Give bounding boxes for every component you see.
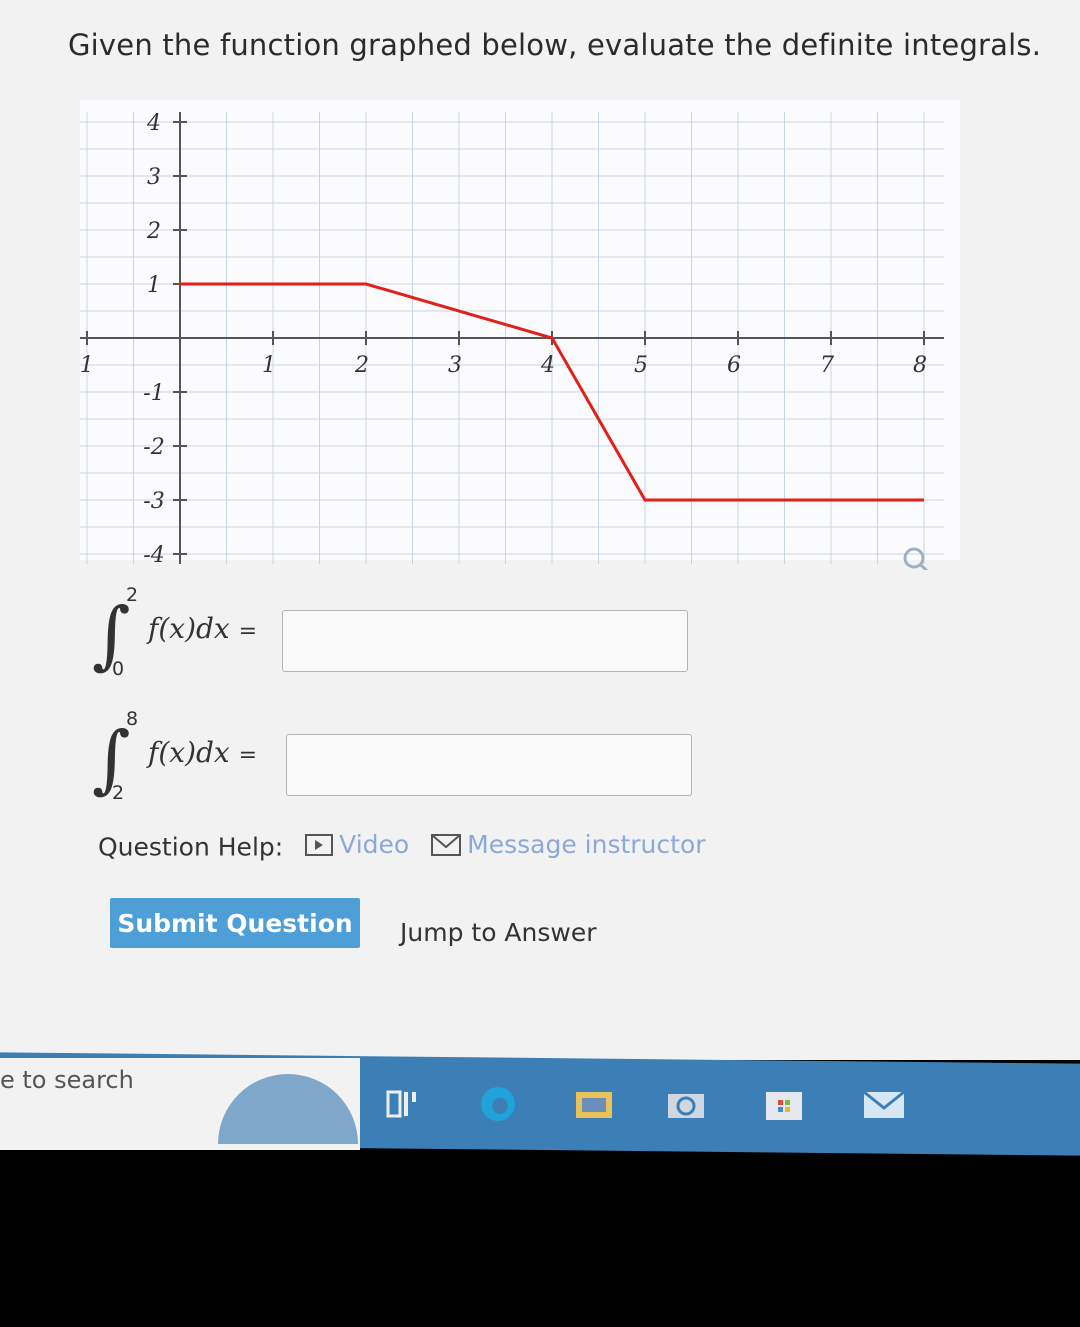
upper-limit: 8 [126, 708, 139, 730]
submit-question-button[interactable]: Submit Question [110, 898, 360, 948]
edge-icon[interactable] [476, 1084, 520, 1124]
y-tick-label: 3 [147, 165, 161, 190]
integrand-text: f(x)dx [148, 612, 230, 645]
jump-to-answer-link[interactable]: Jump to Answer [400, 918, 597, 947]
integrand: f(x)dx = [148, 612, 257, 645]
store-icon[interactable] [762, 1084, 806, 1124]
x-tick-label: 4 [540, 353, 555, 378]
y-tick-label: 1 [147, 273, 161, 298]
equals-sign: = [238, 743, 258, 768]
y-tick-label: -3 [143, 489, 164, 514]
question-help-label: Question Help: [98, 832, 284, 862]
zoom-icon-handle [918, 562, 929, 570]
task-view-icon[interactable] [380, 1084, 424, 1124]
mail-icon[interactable] [862, 1084, 906, 1124]
answer-input-1[interactable] [282, 610, 688, 672]
message-instructor-label: Message instructor [467, 830, 706, 859]
y-tick-label: -2 [143, 435, 164, 460]
equals-sign: = [238, 619, 258, 644]
upper-limit: 2 [126, 584, 139, 606]
x-tick-label: 7 [820, 353, 834, 378]
integral-row-1: ∫ 2 0 f(x)dx = [92, 584, 712, 698]
x-tick-label: 2 [354, 353, 369, 378]
x-tick-label: 5 [634, 353, 648, 378]
webpage: Given the function graphed below, evalua… [0, 0, 1080, 1060]
answer-input-2[interactable] [286, 734, 692, 796]
video-link[interactable]: Video [305, 830, 409, 859]
integral-row-2: ∫ 8 2 f(x)dx = [92, 708, 712, 822]
y-tick-label: -1 [143, 381, 164, 406]
lower-limit: 2 [112, 782, 125, 804]
y-tick-label: -4 [143, 543, 164, 568]
function-graph: -1 1 2 3 4 5 6 7 8 4 3 2 1 -1 -2 -3 -4 [80, 100, 960, 570]
video-link-label: Video [339, 830, 410, 859]
x-tick-label: -1 [80, 353, 94, 378]
taskbar-search-text[interactable]: e to search [0, 1066, 134, 1094]
x-tick-label: 8 [913, 353, 927, 378]
envelope-icon [431, 833, 462, 856]
x-tick-label: 1 [262, 353, 276, 378]
x-tick-label: 3 [448, 353, 462, 378]
integrand-text: f(x)dx [148, 736, 230, 769]
video-icon [305, 833, 334, 856]
y-tick-label: 4 [146, 111, 161, 136]
question-help: Question Help: Video Message instructor [98, 830, 798, 870]
y-tick-label: 2 [146, 219, 161, 244]
folder-icon[interactable] [572, 1084, 616, 1124]
x-tick-label: 6 [727, 353, 741, 378]
integrand: f(x)dx = [148, 736, 257, 769]
lower-limit: 0 [112, 658, 125, 680]
camera-icon[interactable] [664, 1084, 708, 1124]
question-title: Given the function graphed below, evalua… [68, 28, 1042, 62]
message-instructor-link[interactable]: Message instructor [431, 830, 706, 859]
